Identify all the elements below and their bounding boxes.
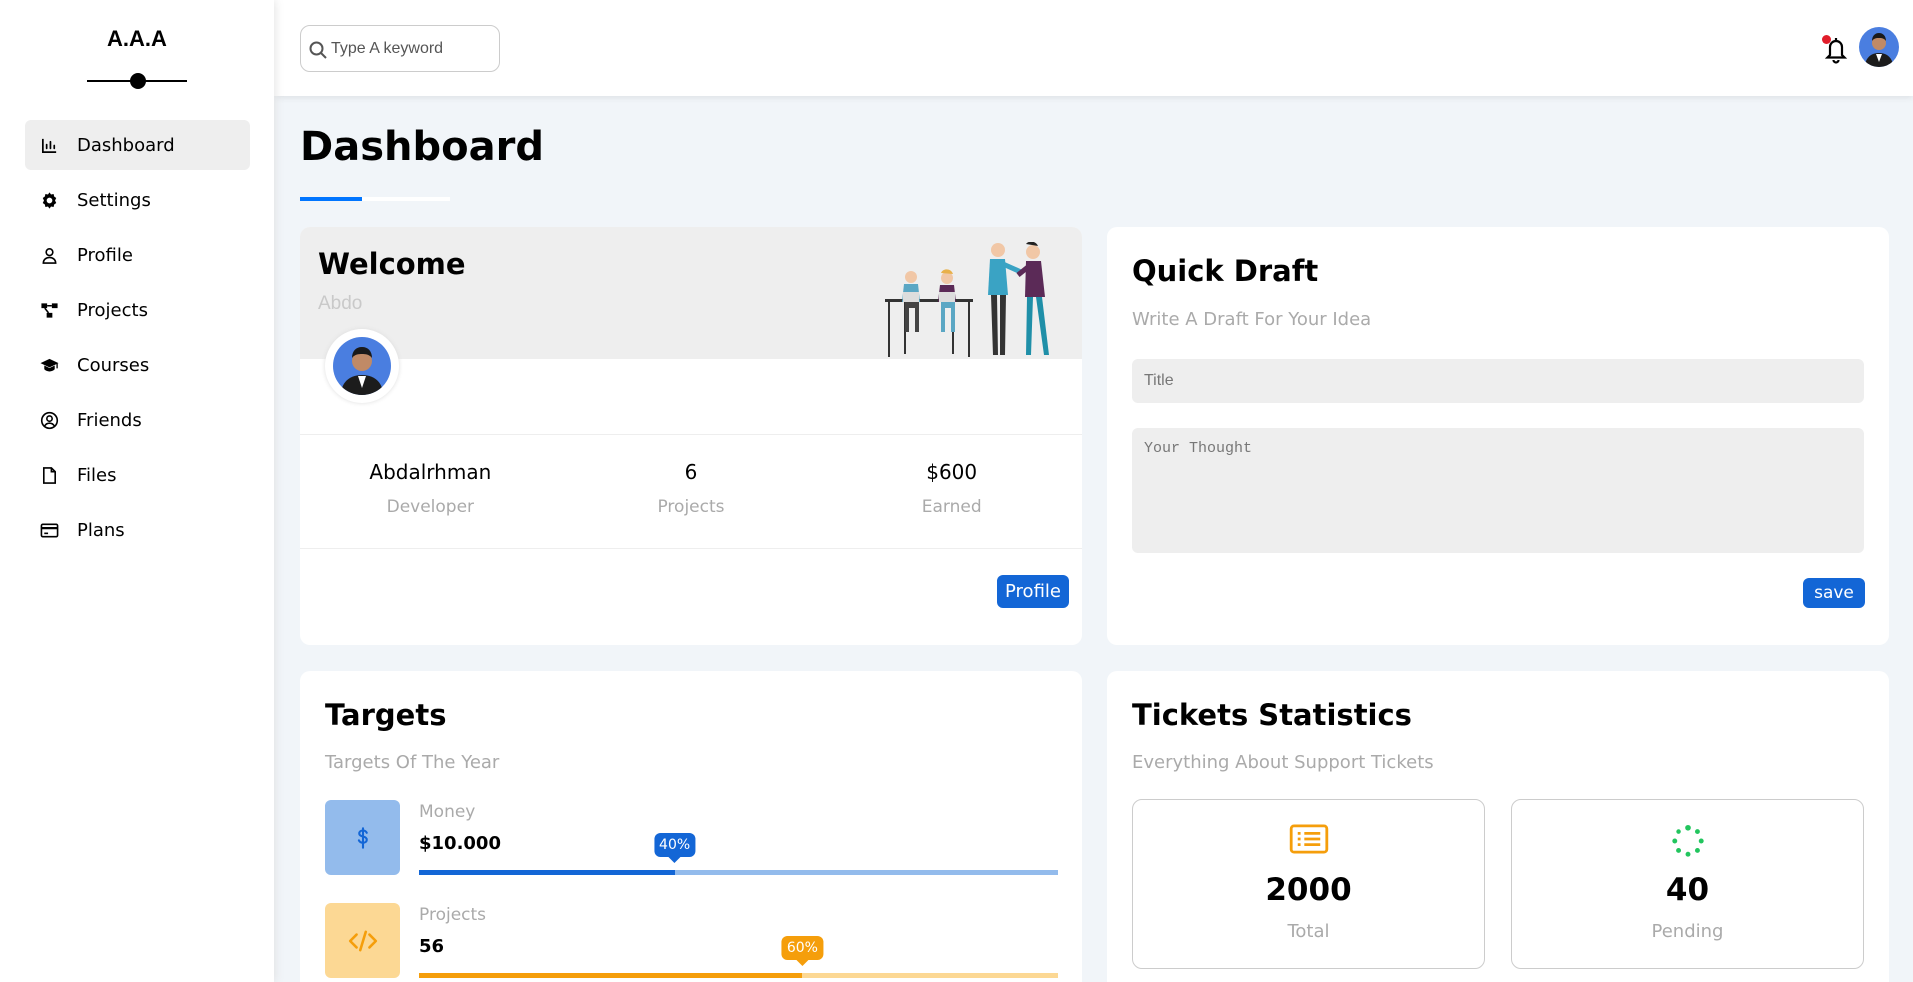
targets-card: Targets Targets Of The Year Money $10.00… (300, 671, 1082, 982)
credit-card-icon (39, 520, 59, 540)
tickets-title: Tickets Statistics (1132, 698, 1412, 732)
search-input[interactable] (331, 36, 491, 62)
avatar[interactable] (1859, 27, 1899, 67)
welcome-name: Abdo (318, 293, 363, 314)
logo: A.A.A (107, 26, 167, 51)
team-illustration (885, 242, 1049, 357)
list-icon (1133, 824, 1484, 854)
ticket-value: 40 (1665, 872, 1710, 908)
logo-dot (130, 73, 146, 89)
stat-value: $600 (926, 460, 978, 484)
stat-value: Abdalrhman (369, 460, 492, 484)
sidebar-item-label: Settings (77, 189, 151, 211)
draft-thought-textarea[interactable] (1132, 428, 1864, 553)
progress-fill (419, 973, 803, 978)
welcome-stats: Abdalrhman Developer 6 Projects $600 Ear… (300, 434, 1082, 549)
targets-subtitle: Targets Of The Year (325, 752, 500, 773)
quick-draft-card: Quick Draft Write A Draft For Your Idea … (1107, 227, 1889, 645)
tickets-subtitle: Everything About Support Tickets (1132, 752, 1434, 773)
ticket-pending: 40 Pending (1511, 799, 1864, 969)
ticket-total: 2000 Total (1132, 799, 1485, 969)
sidebar-item-label: Courses (77, 354, 150, 376)
code-icon (325, 903, 400, 978)
stat-projects: 6 Projects (561, 435, 822, 548)
stat-name: Abdalrhman Developer (300, 435, 561, 548)
target-label: Projects (419, 905, 487, 925)
target-money: Money $10.000 40% (325, 800, 1058, 875)
target-label: Money (419, 802, 476, 822)
sidebar-item-profile[interactable]: Profile (25, 230, 250, 280)
stat-earned: $600 Earned (821, 435, 1082, 548)
sidebar-nav: Dashboard Settings Profile Projects Cour… (25, 120, 250, 560)
draft-title: Quick Draft (1132, 254, 1319, 288)
sidebar-item-label: Friends (77, 409, 142, 431)
welcome-card: Welcome Abdo Abdalrhman Developer 6 Proj… (300, 227, 1082, 645)
draft-subtitle: Write A Draft For Your Idea (1132, 309, 1372, 330)
save-button[interactable]: save (1803, 578, 1865, 608)
progress-track (419, 973, 1058, 978)
stat-label: Earned (921, 497, 982, 517)
sidebar: A.A.A Dashboard Settings Profile Project (0, 0, 274, 982)
sidebar-item-label: Projects (77, 299, 148, 321)
sidebar-item-label: Dashboard (77, 134, 175, 156)
ticket-label: Pending (1651, 921, 1724, 942)
targets-title: Targets (325, 698, 447, 732)
target-value: $10.000 (419, 833, 501, 854)
stat-label: Projects (657, 497, 725, 517)
ticket-value: 2000 (1265, 872, 1352, 908)
target-projects: Projects 56 60% (325, 903, 1058, 978)
graduation-cap-icon (39, 355, 59, 375)
dollar-icon (325, 800, 400, 875)
progress-tooltip: 40% (654, 833, 696, 863)
title-underline (300, 197, 362, 201)
sidebar-item-courses[interactable]: Courses (25, 340, 250, 390)
sidebar-item-settings[interactable]: Settings (25, 175, 250, 225)
gear-icon (39, 190, 59, 210)
profile-button[interactable]: Profile (997, 575, 1069, 608)
spinner-icon (1512, 824, 1863, 858)
sidebar-item-label: Files (77, 464, 117, 486)
target-value: 56 (419, 936, 445, 957)
search-box (300, 25, 500, 72)
user-circle-icon (39, 410, 59, 430)
welcome-avatar (325, 329, 399, 403)
welcome-title: Welcome (318, 247, 466, 281)
stat-value: 6 (684, 460, 698, 484)
file-icon (39, 465, 59, 485)
sidebar-item-friends[interactable]: Friends (25, 395, 250, 445)
sidebar-item-plans[interactable]: Plans (25, 505, 250, 555)
notification-dot (1822, 35, 1831, 44)
sidebar-item-projects[interactable]: Projects (25, 285, 250, 335)
stat-label: Developer (386, 497, 475, 517)
sidebar-item-label: Plans (77, 519, 125, 541)
sidebar-item-dashboard[interactable]: Dashboard (25, 120, 250, 170)
progress-track (419, 870, 1058, 875)
chart-icon (39, 135, 59, 155)
page-title: Dashboard (300, 124, 544, 170)
diagram-icon (39, 300, 59, 320)
progress-tooltip: 60% (781, 936, 823, 966)
sidebar-item-files[interactable]: Files (25, 450, 250, 500)
draft-title-input[interactable] (1132, 359, 1864, 403)
user-icon (39, 245, 59, 265)
sidebar-item-label: Profile (77, 244, 133, 266)
notification-button[interactable] (1822, 34, 1850, 64)
ticket-label: Total (1287, 921, 1330, 942)
search-icon (309, 41, 327, 59)
tickets-card: Tickets Statistics Everything About Supp… (1107, 671, 1889, 982)
progress-fill (419, 870, 675, 875)
welcome-banner: Welcome Abdo (300, 227, 1082, 359)
top-header (274, 0, 1913, 96)
